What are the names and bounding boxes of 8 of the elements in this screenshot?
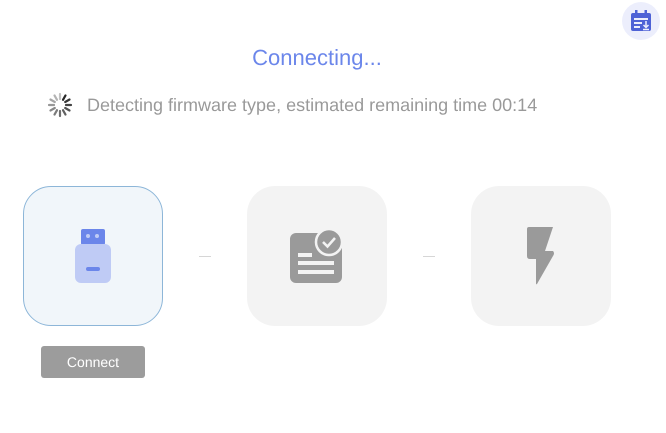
calendar-download-icon: [630, 10, 652, 32]
loading-spinner-icon: [47, 92, 73, 118]
usb-drive-icon: [75, 229, 111, 283]
status-message: Detecting firmware type, estimated remaining time 00:14: [87, 94, 538, 116]
connection-title: Connecting...: [252, 44, 382, 72]
document-check-icon: [290, 229, 344, 283]
calendar-download-button[interactable]: [622, 2, 660, 40]
lightning-icon: [527, 227, 555, 285]
